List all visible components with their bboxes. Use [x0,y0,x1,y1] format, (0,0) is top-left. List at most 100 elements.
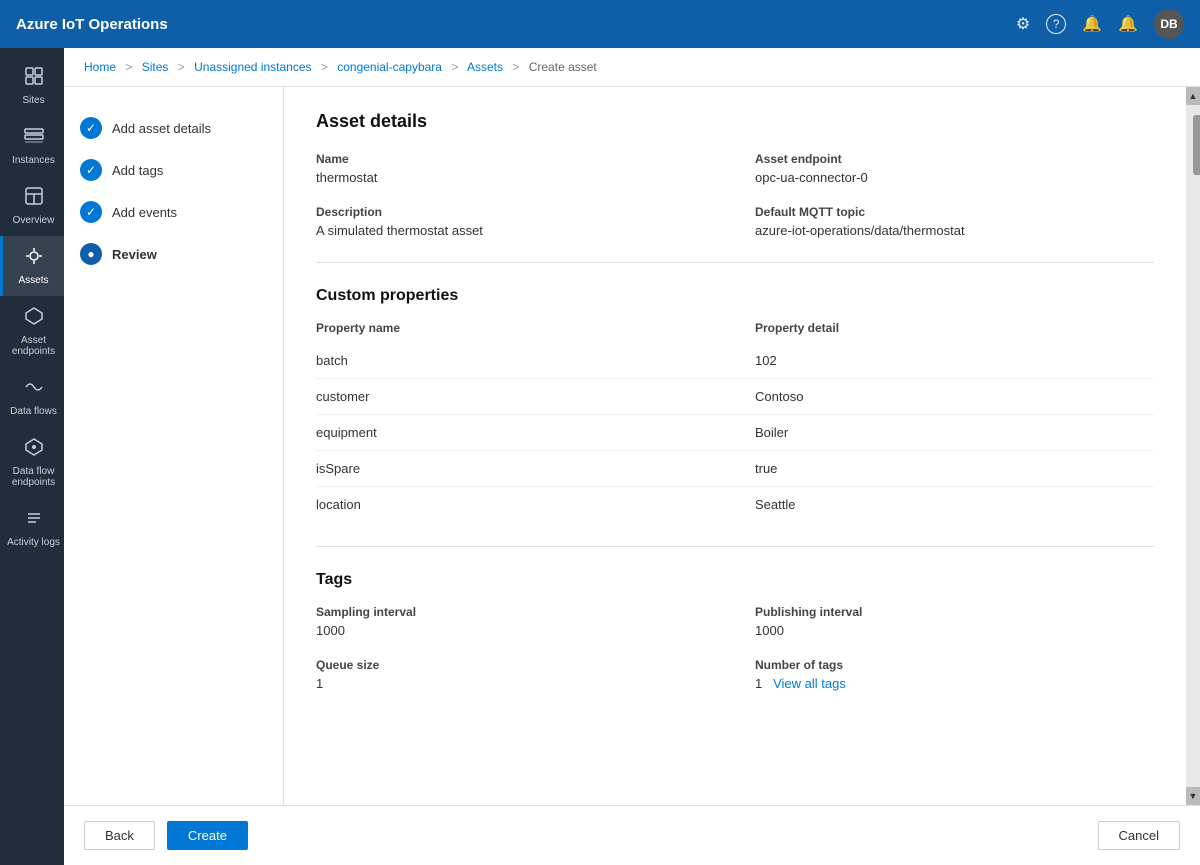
breadcrumb-assets[interactable]: Assets [467,60,503,74]
field-description-value: A simulated thermostat asset [316,223,715,238]
field-mqtt-value: azure-iot-operations/data/thermostat [755,223,1154,238]
field-description-label: Description [316,205,715,219]
field-queue-size: Queue size 1 [316,658,715,691]
sidebar: Sites Instances Overview Assets Asset en… [0,48,64,865]
sidebar-label-asset-endpoints: Asset endpoints [7,335,60,357]
prop-name-header: Property name [316,321,715,335]
sidebar-item-assets[interactable]: Assets [0,236,64,296]
custom-props-title: Custom properties [316,287,1154,305]
sampling-interval-label: Sampling interval [316,605,715,619]
prop-row-customer: customer Contoso [316,379,1154,415]
breadcrumb-unassigned-instances[interactable]: Unassigned instances [194,60,311,74]
create-button[interactable]: Create [167,821,248,850]
divider-1 [316,262,1154,263]
step-label-add-events: Add events [112,205,177,220]
step-label-review: Review [112,247,157,262]
num-tags-number: 1 [755,676,762,691]
notification-bell-icon[interactable]: 🔔 [1118,14,1138,34]
activity-logs-icon [24,508,44,533]
breadcrumb: Home > Sites > Unassigned instances > co… [64,48,1200,87]
custom-props-list: batch 102 customer Contoso equipment Boi… [316,343,1154,522]
sidebar-item-activity-logs[interactable]: Activity logs [0,498,64,558]
prop-value-location: Seattle [755,497,1154,512]
publishing-interval-label: Publishing interval [755,605,1154,619]
step-circle-4: ● [80,243,102,265]
step-circle-3: ✓ [80,201,102,223]
num-tags-value: 1 View all tags [755,676,1154,691]
breadcrumb-sites[interactable]: Sites [142,60,169,74]
breadcrumb-current: Create asset [529,60,597,74]
field-mqtt-label: Default MQTT topic [755,205,1154,219]
settings-icon[interactable]: ⚙ [1016,14,1030,34]
app-title: Azure IoT Operations [16,16,1016,33]
prop-name-isspare: isSpare [316,461,715,476]
sidebar-item-data-flow-endpoints[interactable]: Data flow endpoints [0,427,64,498]
step-review[interactable]: ● Review [80,233,267,275]
step-circle-1: ✓ [80,117,102,139]
field-endpoint: Asset endpoint opc-ua-connector-0 [755,152,1154,185]
data-flows-icon [24,377,44,402]
publishing-interval-value: 1000 [755,623,1154,638]
prop-name-batch: batch [316,353,715,368]
cancel-button[interactable]: Cancel [1098,821,1180,850]
num-tags-label: Number of tags [755,658,1154,672]
sidebar-item-overview[interactable]: Overview [0,176,64,236]
page-layout: ✓ Add asset details ✓ Add tags ✓ Add eve… [64,87,1200,805]
scroll-down-button[interactable]: ▼ [1186,787,1200,805]
prop-name-location: location [316,497,715,512]
field-name: Name thermostat [316,152,715,185]
sidebar-label-data-flow-endpoints: Data flow endpoints [7,466,60,488]
instances-icon [24,126,44,151]
prop-headers: Property name Property detail [316,321,1154,335]
tags-grid: Sampling interval 1000 Publishing interv… [316,605,1154,691]
prop-row-batch: batch 102 [316,343,1154,379]
sidebar-item-asset-endpoints[interactable]: Asset endpoints [0,296,64,367]
step-add-asset-details[interactable]: ✓ Add asset details [80,107,267,149]
asset-endpoints-icon [24,306,44,331]
breadcrumb-congenial-capybara[interactable]: congenial-capybara [337,60,442,74]
field-sampling-interval: Sampling interval 1000 [316,605,715,638]
tags-section: Tags Sampling interval 1000 Publishing i… [316,571,1154,691]
scrollbar-thumb[interactable] [1193,115,1200,175]
alert-bell-icon[interactable]: 🔔 [1082,14,1102,34]
main-content-scroll: ▲ ▼ Asset details Name thermostat [284,87,1200,805]
sidebar-item-instances[interactable]: Instances [0,116,64,176]
sidebar-item-sites[interactable]: Sites [0,56,64,116]
field-mqtt: Default MQTT topic azure-iot-operations/… [755,205,1154,238]
scroll-up-button[interactable]: ▲ [1186,87,1200,105]
step-add-tags[interactable]: ✓ Add tags [80,149,267,191]
sidebar-label-data-flows: Data flows [10,406,57,417]
queue-size-label: Queue size [316,658,715,672]
sidebar-label-sites: Sites [22,95,44,106]
step-circle-2: ✓ [80,159,102,181]
prop-row-location: location Seattle [316,487,1154,522]
queue-size-value: 1 [316,676,715,691]
sidebar-label-instances: Instances [12,155,55,166]
prop-name-customer: customer [316,389,715,404]
field-description: Description A simulated thermostat asset [316,205,715,238]
asset-details-title: Asset details [316,111,1154,132]
prop-detail-header: Property detail [755,321,1154,335]
top-navigation: Azure IoT Operations ⚙ ? 🔔 🔔 DB [0,0,1200,48]
breadcrumb-home[interactable]: Home [84,60,116,74]
divider-2 [316,546,1154,547]
tags-title: Tags [316,571,1154,589]
assets-icon [24,246,44,271]
field-num-tags: Number of tags 1 View all tags [755,658,1154,691]
sidebar-item-data-flows[interactable]: Data flows [0,367,64,427]
sampling-interval-value: 1000 [316,623,715,638]
steps-panel: ✓ Add asset details ✓ Add tags ✓ Add eve… [64,87,284,805]
user-avatar[interactable]: DB [1154,9,1184,39]
help-icon[interactable]: ? [1046,14,1066,34]
sites-icon [24,66,44,91]
prop-value-batch: 102 [755,353,1154,368]
view-all-tags-link[interactable]: View all tags [773,676,846,691]
back-button[interactable]: Back [84,821,155,850]
step-label-add-tags: Add tags [112,163,163,178]
asset-details-grid: Name thermostat Asset endpoint opc-ua-co… [316,152,1154,238]
data-flow-endpoints-icon [24,437,44,462]
step-add-events[interactable]: ✓ Add events [80,191,267,233]
prop-name-equipment: equipment [316,425,715,440]
field-endpoint-value: opc-ua-connector-0 [755,170,1154,185]
main-layout: Sites Instances Overview Assets Asset en… [0,48,1200,865]
